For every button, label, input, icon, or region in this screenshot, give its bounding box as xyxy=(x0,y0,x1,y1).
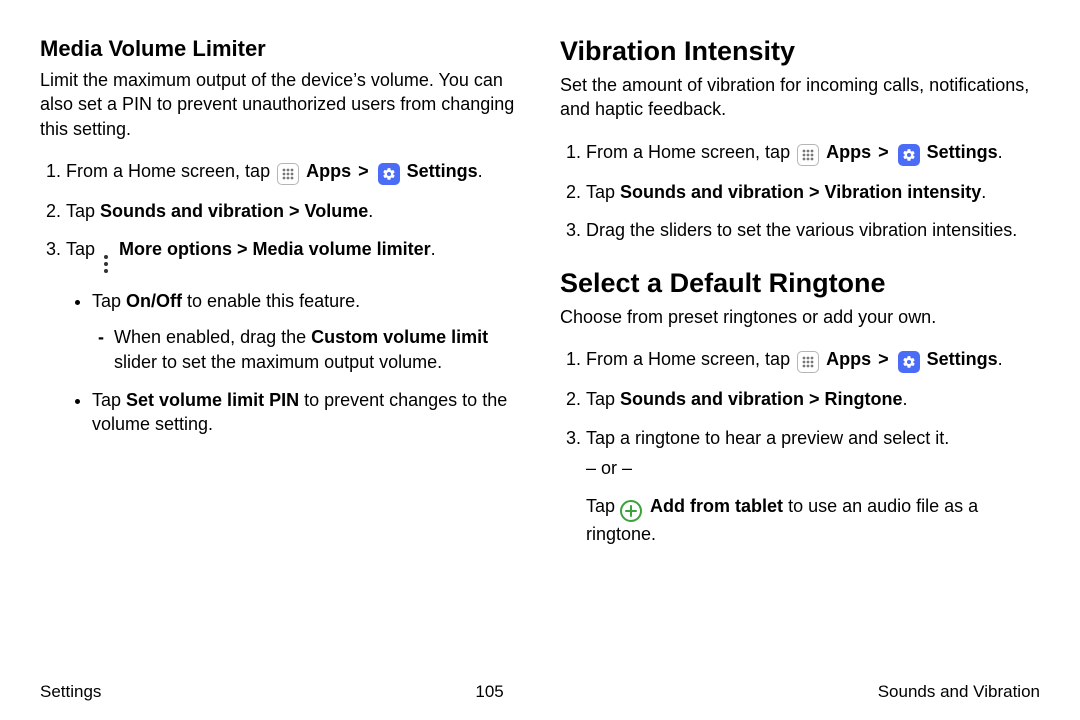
text: Tap xyxy=(586,182,620,202)
step-3: Drag the sliders to set the various vibr… xyxy=(586,218,1040,242)
sub-bullets: Tap On/Off to enable this feature. When … xyxy=(66,289,520,436)
step-1: From a Home screen, tap Apps > Settings. xyxy=(586,347,1040,373)
text: Drag the sliders to set the various vibr… xyxy=(586,220,1017,240)
bold-text: Sounds and vibration > Ringtone xyxy=(620,389,903,409)
settings-icon xyxy=(898,144,920,166)
bullet-pin: Tap Set volume limit PIN to prevent chan… xyxy=(92,388,520,437)
footer-left: Settings xyxy=(40,682,101,702)
chevron: > xyxy=(358,161,369,181)
step-2: Tap Sounds and vibration > Ringtone. xyxy=(586,387,1040,411)
steps-vibration-intensity: From a Home screen, tap Apps > Settings.… xyxy=(560,140,1040,243)
steps-default-ringtone: From a Home screen, tap Apps > Settings.… xyxy=(560,347,1040,546)
steps-media-volume-limiter: From a Home screen, tap Apps > Sett xyxy=(40,159,520,437)
page-content: Media Volume Limiter Limit the maximum o… xyxy=(0,0,1080,561)
bold-text: Set volume limit PIN xyxy=(126,390,299,410)
text: From a Home screen, tap xyxy=(586,349,795,369)
text: . xyxy=(478,161,483,181)
sub-dashes: When enabled, drag the Custom volume lim… xyxy=(92,325,520,374)
settings-label: Settings xyxy=(927,349,998,369)
or-separator: – or – xyxy=(586,456,1040,480)
settings-label: Settings xyxy=(927,142,998,162)
heading-default-ringtone: Select a Default Ringtone xyxy=(560,268,1040,299)
text: . xyxy=(998,349,1003,369)
apps-label: Apps xyxy=(306,161,351,181)
text: Tap xyxy=(586,389,620,409)
page-footer: Settings 105 Sounds and Vibration xyxy=(40,682,1040,702)
step-1: From a Home screen, tap Apps > Settings. xyxy=(586,140,1040,166)
chevron: > xyxy=(878,349,889,369)
text: Tap xyxy=(586,496,620,516)
apps-label: Apps xyxy=(826,142,871,162)
text: Tap xyxy=(66,239,100,259)
step-3: Tap a ringtone to hear a preview and sel… xyxy=(586,426,1040,547)
bold-text: More options > Media volume limiter xyxy=(119,239,431,259)
text: to use an audio file as a ringtone. xyxy=(586,496,978,544)
text: Tap a ringtone to hear a preview and sel… xyxy=(586,428,949,448)
settings-icon xyxy=(898,351,920,373)
apps-icon xyxy=(797,351,819,373)
dash-custom-limit: When enabled, drag the Custom volume lim… xyxy=(114,325,520,374)
footer-page-number: 105 xyxy=(475,682,503,702)
intro-default-ringtone: Choose from preset ringtones or add your… xyxy=(560,305,1040,329)
text: Tap xyxy=(92,291,126,311)
heading-vibration-intensity: Vibration Intensity xyxy=(560,36,1040,67)
bold-text: Sounds and vibration > Vibration intensi… xyxy=(620,182,981,202)
step-2: Tap Sounds and vibration > Vibration int… xyxy=(586,180,1040,204)
text: . xyxy=(431,239,436,259)
heading-media-volume-limiter: Media Volume Limiter xyxy=(40,36,520,62)
text: . xyxy=(368,201,373,221)
text: to enable this feature. xyxy=(182,291,360,311)
step-3-alt: Tap Add from tablet to use an audio file… xyxy=(586,494,1040,546)
add-icon xyxy=(620,500,642,522)
text: . xyxy=(903,389,908,409)
text: Tap xyxy=(92,390,126,410)
add-from-tablet-label: Add from tablet xyxy=(650,496,783,516)
intro-vibration-intensity: Set the amount of vibration for incoming… xyxy=(560,73,1040,122)
text: Tap xyxy=(66,201,100,221)
text: From a Home screen, tap xyxy=(66,161,275,181)
chevron: > xyxy=(878,142,889,162)
footer-right: Sounds and Vibration xyxy=(878,682,1040,702)
text: . xyxy=(981,182,986,202)
apps-icon xyxy=(797,144,819,166)
more-options-icon xyxy=(100,253,112,275)
apps-icon xyxy=(277,163,299,185)
text: From a Home screen, tap xyxy=(586,142,795,162)
step-3: Tap More options > Media volume limiter.… xyxy=(66,237,520,436)
text: . xyxy=(998,142,1003,162)
text: slider to set the maximum output volume. xyxy=(114,352,442,372)
text: When enabled, drag the xyxy=(114,327,311,347)
step-2: Tap Sounds and vibration > Volume. xyxy=(66,199,520,223)
right-column: Vibration Intensity Set the amount of vi… xyxy=(560,36,1040,561)
settings-label: Settings xyxy=(407,161,478,181)
step-1: From a Home screen, tap Apps > Sett xyxy=(66,159,520,185)
bold-text: Custom volume limit xyxy=(311,327,488,347)
bold-text: Sounds and vibration > Volume xyxy=(100,201,368,221)
apps-label: Apps xyxy=(826,349,871,369)
left-column: Media Volume Limiter Limit the maximum o… xyxy=(40,36,520,561)
bold-text: On/Off xyxy=(126,291,182,311)
intro-media-volume-limiter: Limit the maximum output of the device’s… xyxy=(40,68,520,141)
bullet-onoff: Tap On/Off to enable this feature. When … xyxy=(92,289,520,374)
settings-icon xyxy=(378,163,400,185)
